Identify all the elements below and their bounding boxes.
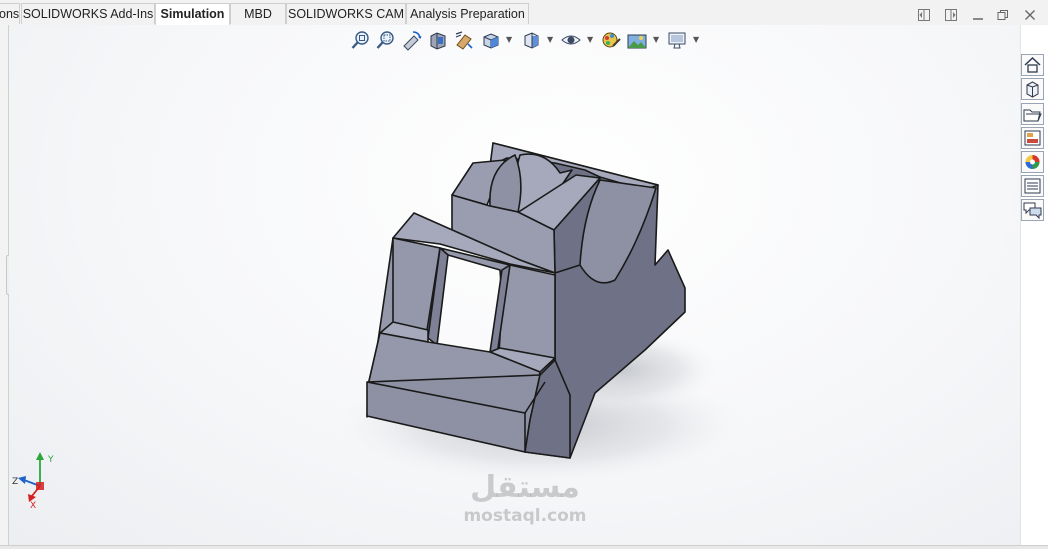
triad-z-label: Z — [12, 477, 18, 487]
watermark-arabic: مستقل — [470, 470, 580, 505]
status-bar-edge — [0, 545, 1048, 549]
triad-x-label: X — [30, 501, 36, 510]
reference-triad: Y Z X — [10, 450, 60, 511]
triad-y-label: Y — [47, 455, 54, 465]
watermark-latin: mostaql.com — [463, 506, 587, 526]
watermark: مستقل mostaql.com — [450, 470, 600, 542]
part-model-3d[interactable] — [0, 0, 1048, 548]
